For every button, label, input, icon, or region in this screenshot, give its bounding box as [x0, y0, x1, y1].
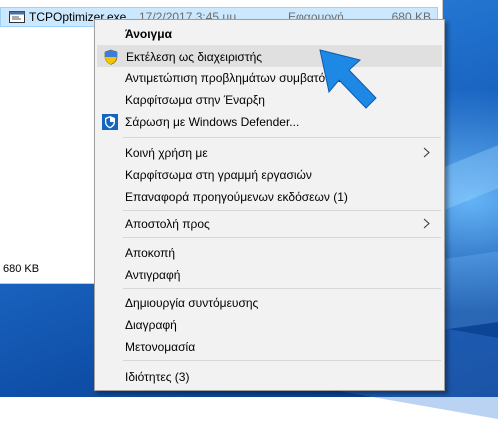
menu-item-delete[interactable]: Διαγραφή [97, 314, 442, 336]
menu-item-pin-taskbar[interactable]: Καρφίτσωμα στη γραμμή εργασιών [97, 164, 442, 186]
menu-item-label: Δημιουργία συντόμευσης [125, 296, 259, 310]
menu-item-restore-versions[interactable]: Επαναφορά προηγούμενων εκδόσεων (1) [97, 186, 442, 208]
context-menu: Άνοιγμα Εκτέλεση ως διαχειριστής Αντιμετ… [94, 19, 445, 391]
menu-item-send-to[interactable]: Αποστολή προς [97, 213, 442, 235]
uac-shield-icon [104, 49, 118, 65]
menu-item-share-with[interactable]: Κοινή χρήση με [97, 142, 442, 164]
chevron-right-icon [423, 147, 430, 158]
menu-item-label: Μετονομασία [125, 340, 196, 354]
menu-item-label: Καρφίτσωμα στη γραμμή εργασιών [125, 168, 312, 182]
menu-item-open[interactable]: Άνοιγμα [97, 23, 442, 45]
menu-item-label: Αντιγραφή [125, 268, 181, 282]
menu-item-label: Διαγραφή [125, 318, 177, 332]
menu-item-properties[interactable]: Ιδιότητες (3) [97, 366, 442, 388]
menu-item-label: Ιδιότητες (3) [125, 370, 190, 384]
menu-item-pin-start[interactable]: Καρφίτσωμα στην Έναρξη [97, 89, 442, 111]
menu-item-label: Επαναφορά προηγούμενων εκδόσεων (1) [125, 190, 348, 204]
menu-item-label: Άνοιγμα [125, 27, 172, 41]
chevron-right-icon [423, 218, 430, 229]
menu-item-label: Καρφίτσωμα στην Έναρξη [125, 93, 265, 107]
menu-item-defender-scan[interactable]: Σάρωση με Windows Defender... [97, 111, 442, 133]
menu-item-label: Κοινή χρήση με [125, 146, 208, 160]
application-icon [9, 11, 25, 23]
menu-separator [123, 137, 441, 138]
menu-item-cut[interactable]: Αποκοπή [97, 242, 442, 264]
menu-separator [123, 288, 441, 289]
menu-item-run-as-admin[interactable]: Εκτέλεση ως διαχειριστής [97, 45, 442, 67]
menu-item-label: Σάρωση με Windows Defender... [125, 115, 300, 129]
menu-item-label: Αποκοπή [125, 246, 176, 260]
menu-separator [123, 237, 441, 238]
windows-defender-icon [102, 114, 118, 130]
menu-item-troubleshoot[interactable]: Αντιμετώπιση προβλημάτων συμβατότητας [97, 67, 442, 89]
menu-item-create-shortcut[interactable]: Δημιουργία συντόμευσης [97, 292, 442, 314]
menu-separator [123, 210, 441, 211]
menu-item-copy[interactable]: Αντιγραφή [97, 264, 442, 286]
menu-item-rename[interactable]: Μετονομασία [97, 336, 442, 358]
menu-item-label: Αποστολή προς [125, 217, 210, 231]
menu-separator [123, 360, 441, 361]
status-bar-size: 680 KB [3, 263, 40, 275]
pointer-arrow-icon [319, 49, 377, 109]
menu-item-label: Εκτέλεση ως διαχειριστής [126, 50, 263, 64]
